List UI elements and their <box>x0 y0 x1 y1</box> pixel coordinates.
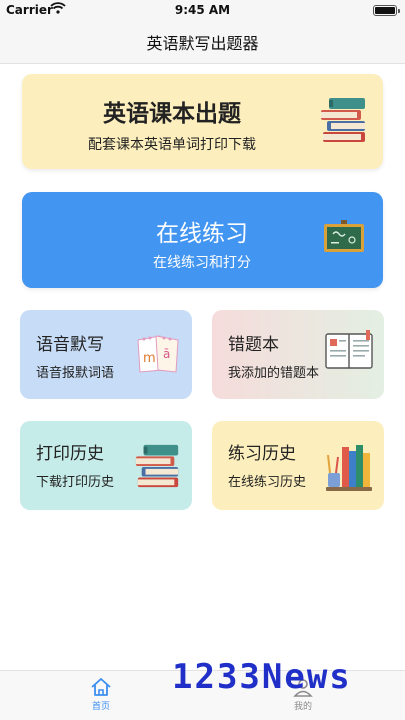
watermark-logo: 1233News <box>172 657 352 697</box>
home-icon <box>91 678 111 696</box>
tab-home-label: 首页 <box>91 702 110 712</box>
battery-icon <box>373 5 400 16</box>
print-history-title: 打印历史 <box>36 444 104 464</box>
voice-dictation-subtitle: 语音报默词语 <box>36 366 115 381</box>
svg-text:m: m <box>143 351 156 366</box>
phonetic-calendar-icon: m ā <box>137 335 179 373</box>
books-stack-icon <box>321 98 365 142</box>
navigation-bar: 英语默写出题器 <box>0 20 405 64</box>
mistake-notebook-subtitle: 我添加的错题本 <box>228 366 320 381</box>
textbook-quiz-title: 英语课本出题 <box>103 101 241 127</box>
mistake-notebook-title: 错题本 <box>228 335 279 355</box>
chalkboard-icon <box>324 220 364 252</box>
desk-supplies-icon <box>326 445 372 491</box>
notebook-icon <box>325 330 373 369</box>
practice-history-card[interactable]: 练习历史 在线练习历史 <box>212 421 384 510</box>
mistake-notebook-card[interactable]: 错题本 我添加的错题本 <box>212 310 384 399</box>
practice-history-title: 练习历史 <box>228 444 296 464</box>
svg-text:ā: ā <box>163 347 170 361</box>
voice-dictation-card[interactable]: 语音默写 语音报默词语 m ā <box>20 310 192 399</box>
tab-mine-label: 我的 <box>293 702 312 712</box>
status-bar: Carrier 9:45 AM <box>0 0 405 20</box>
voice-dictation-title: 语音默写 <box>36 335 104 355</box>
page-title: 英语默写出题器 <box>146 33 259 53</box>
status-time: 9:45 AM <box>174 3 231 17</box>
tab-home[interactable]: 首页 <box>71 677 131 712</box>
print-history-subtitle: 下载打印历史 <box>36 475 115 490</box>
practice-history-subtitle: 在线练习历史 <box>228 475 307 490</box>
online-practice-card[interactable]: 在线练习 在线练习和打分 <box>22 192 383 288</box>
print-history-card[interactable]: 打印历史 下载打印历史 <box>20 421 192 510</box>
textbook-quiz-subtitle: 配套课本英语单词打印下载 <box>88 137 256 153</box>
books-stack-icon <box>135 444 179 488</box>
textbook-quiz-card[interactable]: 英语课本出题 配套课本英语单词打印下载 <box>22 74 383 169</box>
